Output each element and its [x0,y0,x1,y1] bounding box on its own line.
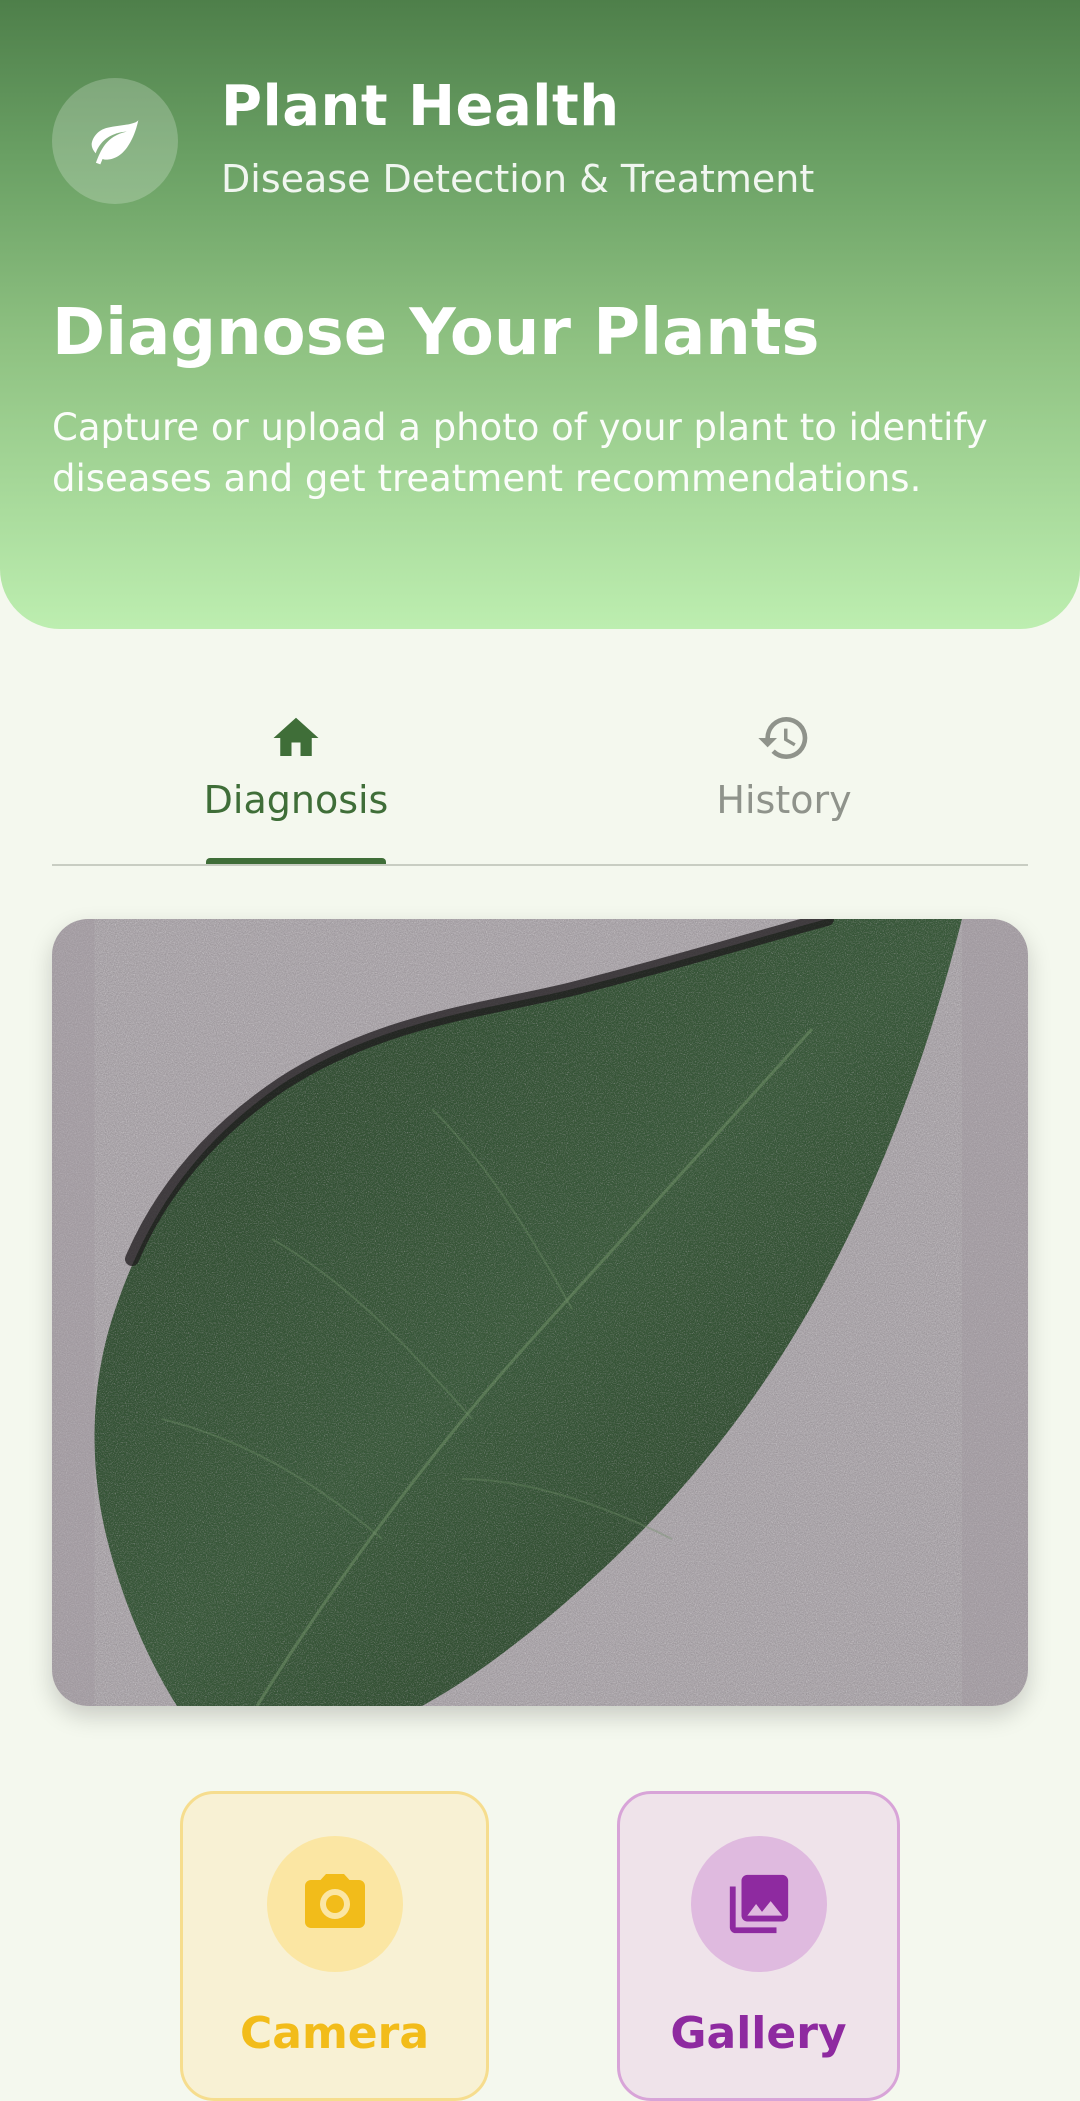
app-subtitle: Disease Detection & Treatment [221,157,815,201]
camera-button[interactable]: Camera [180,1791,489,2101]
hero-title: Diagnose Your Plants [52,296,820,370]
camera-icon [304,1874,365,1928]
brand-logo [52,78,178,204]
hero-description: Capture or upload a photo of your plant … [52,406,988,500]
tab-history[interactable]: History [540,700,1028,864]
tab-history-label: History [716,778,852,822]
app-title: Plant Health [221,74,620,139]
camera-button-label: Camera [239,2008,430,2059]
tab-divider [52,864,1028,866]
tab-bar: Diagnosis History [52,700,1028,866]
gallery-icon [729,1874,788,1934]
leaf-icon [91,120,139,165]
home-icon [268,710,324,766]
gallery-icon-circle [690,1836,827,1972]
history-icon [756,710,812,766]
tab-diagnosis[interactable]: Diagnosis [52,700,540,864]
leaf-photo [52,919,1028,1706]
plant-image-preview [52,919,1028,1706]
tab-diagnosis-label: Diagnosis [203,778,389,822]
gallery-button-label: Gallery [670,2008,847,2059]
camera-icon-circle [266,1836,403,1972]
gallery-button[interactable]: Gallery [617,1791,900,2101]
app-header: Plant Health Disease Detection & Treatme… [0,0,1080,629]
